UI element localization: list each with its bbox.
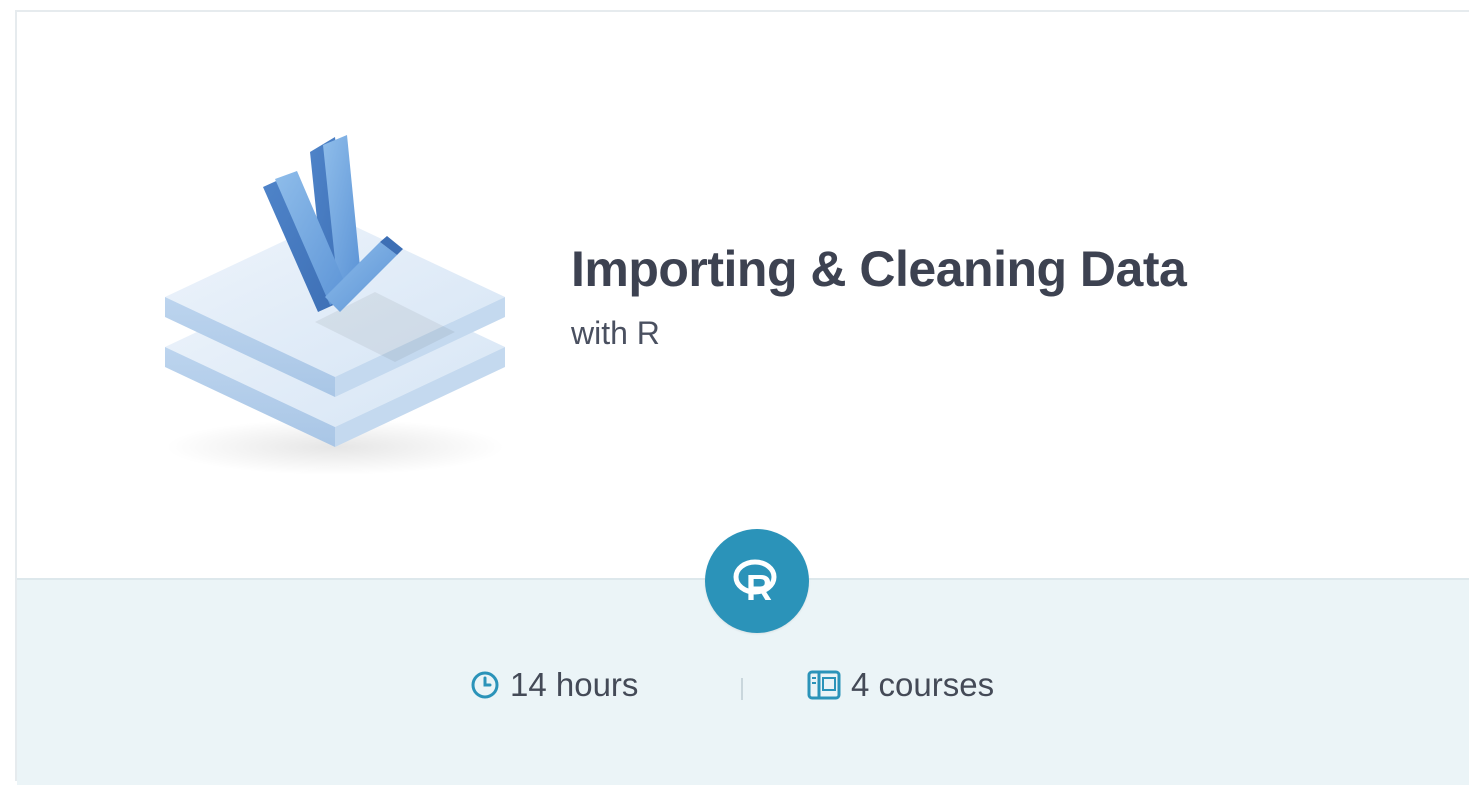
courses-text: 4 courses bbox=[851, 666, 995, 703]
duration-meta: 14 hours bbox=[470, 666, 638, 704]
r-logo-icon: R bbox=[733, 559, 777, 608]
courses-icon bbox=[807, 670, 841, 700]
track-subtitle: with R bbox=[571, 315, 660, 351]
technology-badge: R bbox=[705, 529, 809, 633]
track-card[interactable]: Importing & Cleaning Data with R R 14 ho… bbox=[15, 10, 1469, 785]
download-arrow-layers-icon bbox=[135, 107, 513, 487]
clock-icon bbox=[471, 671, 499, 699]
meta-divider bbox=[741, 678, 743, 700]
duration-text: 14 hours bbox=[510, 666, 639, 703]
track-title[interactable]: Importing & Cleaning Data bbox=[571, 240, 1187, 298]
badge-letter: R bbox=[746, 567, 772, 608]
courses-meta: 4 courses bbox=[807, 666, 994, 704]
